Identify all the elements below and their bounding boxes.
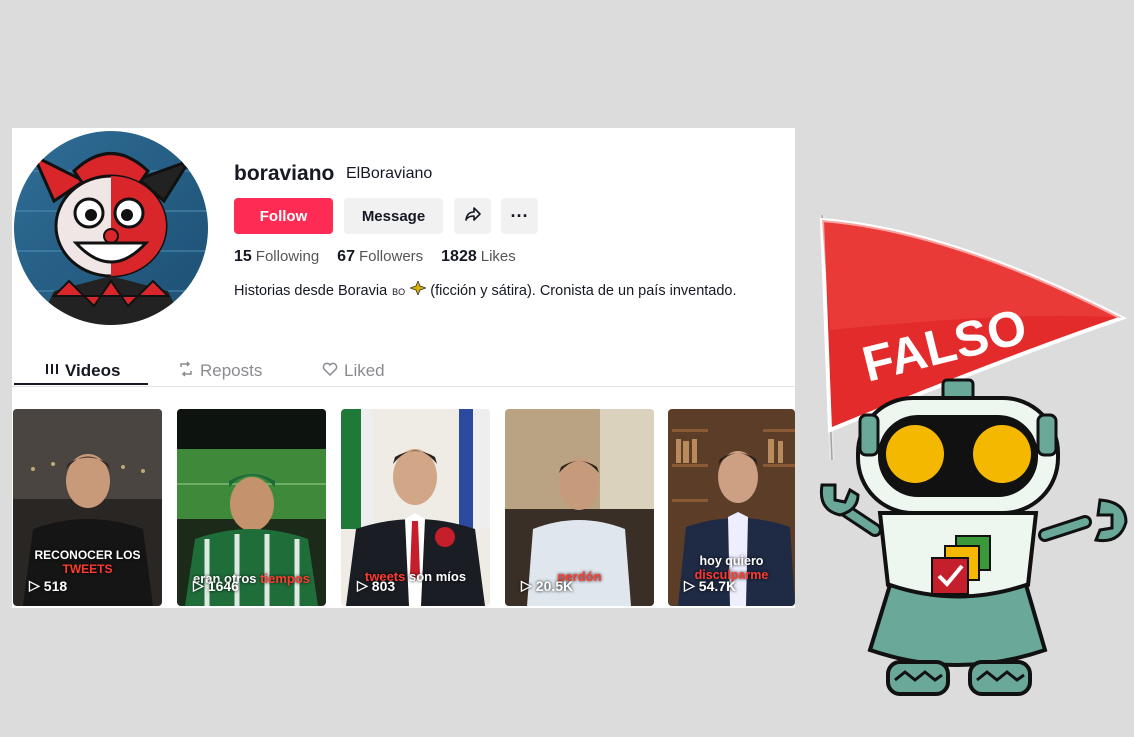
- tab-label: Reposts: [200, 361, 263, 380]
- stat-likes: 1828 Likes: [441, 248, 516, 266]
- bio-text: Historias desde Boravia: [234, 283, 388, 299]
- repost-icon: [178, 360, 194, 382]
- nickname: ElBoraviano: [346, 165, 433, 182]
- video-thumbnail[interactable]: perdón ▷ 20.5K: [505, 409, 654, 606]
- bio: Historias desde Boravia BO (ficción y sá…: [234, 279, 737, 299]
- profile-panel: boraviano ElBoraviano Follow Message ···…: [12, 128, 795, 608]
- view-count: ▷ 1646: [193, 577, 239, 594]
- video-thumbnail[interactable]: RECONOCER LOS TWEETS ▷ 518: [13, 409, 162, 606]
- video-thumbnail[interactable]: hoy quiero disculparme ▷ 54.7K: [668, 409, 795, 606]
- video-caption: RECONOCER LOS TWEETS: [34, 548, 141, 576]
- view-count: ▷ 20.5K: [521, 577, 574, 594]
- message-button[interactable]: Message: [344, 198, 443, 234]
- profile-tabs: Videos Reposts Liked: [12, 350, 795, 387]
- stat-following[interactable]: 15 Following: [234, 248, 319, 266]
- share-button[interactable]: [454, 198, 491, 234]
- tab-liked[interactable]: Liked: [322, 356, 385, 386]
- share-icon: [464, 205, 482, 227]
- stat-label: Followers: [358, 248, 424, 265]
- video-thumbnail[interactable]: tweets son míos ▷ 803: [341, 409, 490, 606]
- grid-bars-icon: [45, 361, 59, 381]
- view-count: ▷ 54.7K: [684, 577, 737, 594]
- view-count: ▷ 518: [29, 577, 68, 594]
- play-icon: ▷: [193, 577, 204, 593]
- stat-value: 1828: [441, 248, 477, 265]
- stat-label: Following: [255, 248, 320, 265]
- more-button[interactable]: ···: [501, 198, 538, 234]
- sparkle-icon: [408, 279, 428, 299]
- fact-check-robot-sticker: FALSO: [800, 210, 1134, 710]
- tab-label: Liked: [344, 361, 385, 380]
- active-tab-indicator: [14, 383, 148, 385]
- play-icon: ▷: [684, 577, 695, 593]
- play-icon: ▷: [29, 577, 40, 593]
- stats-row: 15 Following 67 Followers 1828 Likes: [234, 248, 516, 266]
- flag-code: BO: [392, 287, 406, 297]
- stat-value: 67: [337, 248, 355, 265]
- stat-value: 15: [234, 248, 252, 265]
- video-thumbnail[interactable]: eran otros tiempos ▷ 1646: [177, 409, 326, 606]
- more-icon: ···: [510, 205, 529, 226]
- view-count: ▷ 803: [357, 577, 396, 594]
- stat-followers[interactable]: 67 Followers: [337, 248, 423, 266]
- follow-button[interactable]: Follow: [234, 198, 333, 234]
- tab-label: Videos: [65, 361, 121, 380]
- play-icon: ▷: [357, 577, 368, 593]
- tab-reposts[interactable]: Reposts: [178, 356, 262, 386]
- bio-text: (ficción y sátira). Cronista de un país …: [430, 283, 737, 299]
- stat-label: Likes: [480, 248, 516, 265]
- tab-videos[interactable]: Videos: [45, 356, 120, 386]
- avatar[interactable]: [14, 131, 208, 325]
- username: boraviano: [234, 162, 335, 185]
- play-icon: ▷: [521, 577, 532, 593]
- heart-icon: [322, 361, 338, 381]
